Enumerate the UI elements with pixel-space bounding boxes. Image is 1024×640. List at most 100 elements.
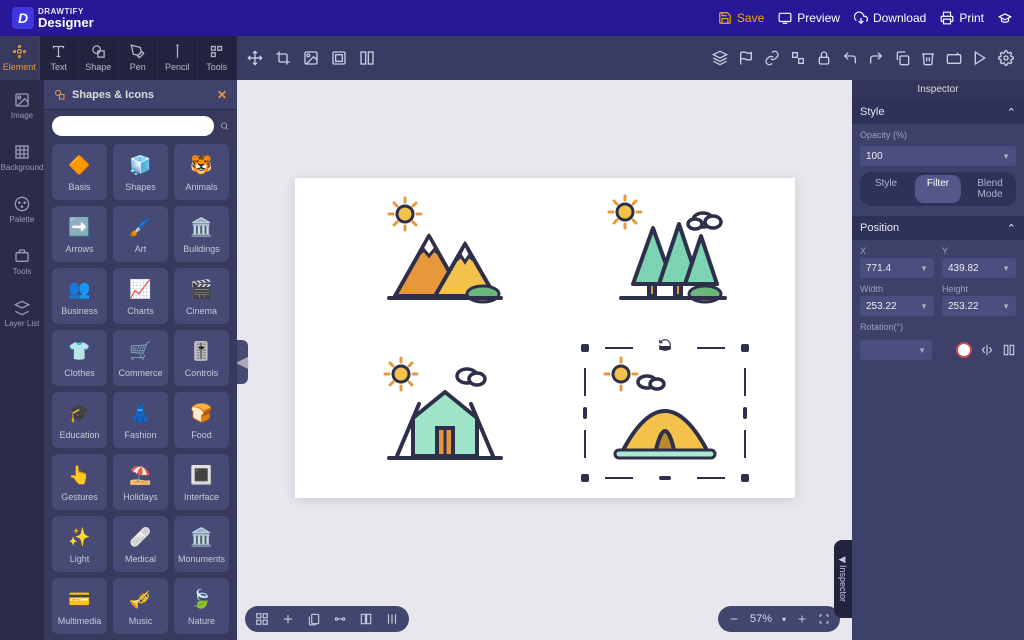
category-buildings[interactable]: 🏛️Buildings [174, 206, 229, 262]
width-field[interactable]: 253.22▼ [860, 296, 934, 316]
mask-icon[interactable] [331, 50, 347, 66]
category-gestures[interactable]: 👆Gestures [52, 454, 107, 510]
tool-tab-text[interactable]: Text [40, 36, 80, 80]
x-field[interactable]: 771.4▼ [860, 258, 934, 278]
zoom-out-icon[interactable] [728, 613, 740, 625]
rail-image[interactable]: Image [0, 80, 44, 132]
search-input[interactable] [52, 116, 214, 136]
style-tab-filter[interactable]: Filter [915, 175, 961, 203]
education-icon[interactable] [998, 11, 1012, 25]
rotation-dial[interactable] [956, 342, 972, 358]
canvas-item-mountains[interactable] [365, 188, 525, 318]
save-button[interactable]: Save [718, 11, 764, 25]
rail-palette[interactable]: Palette [0, 184, 44, 236]
flip-vertical-icon[interactable] [1002, 343, 1016, 357]
grid-icon[interactable] [255, 612, 269, 626]
category-arrows[interactable]: ➡️Arrows [52, 206, 107, 262]
fullscreen-icon[interactable] [818, 613, 830, 625]
clothes-icon: 👕 [67, 338, 93, 364]
move-icon[interactable] [247, 50, 263, 66]
category-label: Controls [185, 368, 219, 378]
lock-icon[interactable] [816, 50, 832, 66]
group-icon[interactable] [790, 50, 806, 66]
category-animals[interactable]: 🐯Animals [174, 144, 229, 200]
redo-icon[interactable] [868, 50, 884, 66]
category-fashion[interactable]: 👗Fashion [113, 392, 168, 448]
canvas-area[interactable]: ◀ [237, 80, 852, 640]
book-icon[interactable] [359, 612, 373, 626]
selection-frame[interactable] [585, 348, 745, 478]
height-field[interactable]: 253.22▼ [942, 296, 1016, 316]
columns-icon[interactable] [359, 50, 375, 66]
app-logo[interactable]: DRAWTIFY Designer [12, 7, 94, 29]
style-tab-style[interactable]: Style [863, 175, 909, 203]
clipboard-icon[interactable] [307, 612, 321, 626]
category-label: Holidays [123, 492, 158, 502]
add-page-icon[interactable] [281, 612, 295, 626]
rail-tools[interactable]: Tools [0, 236, 44, 288]
category-music[interactable]: 🎺Music [113, 578, 168, 634]
category-light[interactable]: ✨Light [52, 516, 107, 572]
panel-header: Shapes & Icons ✕ [44, 80, 237, 110]
flip-horizontal-icon[interactable] [980, 343, 994, 357]
category-business[interactable]: 👥Business [52, 268, 107, 324]
timeline-icon[interactable] [333, 612, 347, 626]
basis-icon: 🔶 [67, 152, 93, 178]
copy-icon[interactable] [894, 50, 910, 66]
link-icon[interactable] [764, 50, 780, 66]
section-style-header[interactable]: Style ⌃ [852, 100, 1024, 124]
trash-icon[interactable] [920, 50, 936, 66]
levels-icon[interactable] [385, 612, 399, 626]
category-commerce[interactable]: 🛒Commerce [113, 330, 168, 386]
rotate-handle-icon[interactable] [658, 338, 672, 352]
panel-collapse-button[interactable]: ◀ [237, 340, 248, 384]
search-icon[interactable] [220, 119, 229, 133]
undo-icon[interactable] [842, 50, 858, 66]
inspector-tab-button[interactable]: ◀ Inspector [834, 540, 852, 618]
rotation-field[interactable]: ▼ [860, 340, 932, 360]
tool-tab-pen[interactable]: Pen [119, 36, 159, 80]
category-nature[interactable]: 🍃Nature [174, 578, 229, 634]
category-controls[interactable]: 🎚️Controls [174, 330, 229, 386]
canvas-item-forest[interactable] [585, 188, 745, 318]
section-position-header[interactable]: Position ⌃ [852, 216, 1024, 240]
style-tab-blend[interactable]: Blend Mode [967, 175, 1013, 203]
tool-tab-tools[interactable]: Tools [198, 36, 238, 80]
flag-icon[interactable] [738, 50, 754, 66]
artboard[interactable] [295, 178, 795, 498]
print-button[interactable]: Print [940, 11, 984, 25]
download-button[interactable]: Download [854, 11, 926, 25]
opacity-field[interactable]: 100 ▼ [860, 146, 1016, 166]
tool-tab-element[interactable]: Element [0, 36, 40, 80]
y-field[interactable]: 439.82▼ [942, 258, 1016, 278]
play-icon[interactable] [972, 50, 988, 66]
category-basis[interactable]: 🔶Basis [52, 144, 107, 200]
category-charts[interactable]: 📈Charts [113, 268, 168, 324]
category-holidays[interactable]: ⛱️Holidays [113, 454, 168, 510]
canvas-item-cabin[interactable] [365, 348, 525, 478]
panel-close-button[interactable]: ✕ [217, 88, 227, 102]
category-shapes[interactable]: 🧊Shapes [113, 144, 168, 200]
zoom-in-icon[interactable] [796, 613, 808, 625]
tool-tab-shape[interactable]: Shape [79, 36, 119, 80]
tool-tab-pencil[interactable]: Pencil [158, 36, 198, 80]
camera-icon[interactable] [946, 50, 962, 66]
category-education[interactable]: 🎓Education [52, 392, 107, 448]
category-interface[interactable]: 🔳Interface [174, 454, 229, 510]
rail-layerlist[interactable]: Layer List [0, 288, 44, 340]
category-multimedia[interactable]: 💳Multimedia [52, 578, 107, 634]
rail-background[interactable]: Background [0, 132, 44, 184]
category-cinema[interactable]: 🎬Cinema [174, 268, 229, 324]
image-adjust-icon[interactable] [303, 50, 319, 66]
chevron-up-icon: ⌃ [1007, 222, 1016, 235]
category-art[interactable]: 🖌️Art [113, 206, 168, 262]
zoom-chevron-icon[interactable]: ▾ [782, 615, 786, 624]
category-food[interactable]: 🍞Food [174, 392, 229, 448]
category-medical[interactable]: 🩹Medical [113, 516, 168, 572]
category-monuments[interactable]: 🏛️Monuments [174, 516, 229, 572]
layers-icon[interactable] [712, 50, 728, 66]
category-clothes[interactable]: 👕Clothes [52, 330, 107, 386]
crop-icon[interactable] [275, 50, 291, 66]
preview-button[interactable]: Preview [778, 11, 840, 25]
settings-icon[interactable] [998, 50, 1014, 66]
